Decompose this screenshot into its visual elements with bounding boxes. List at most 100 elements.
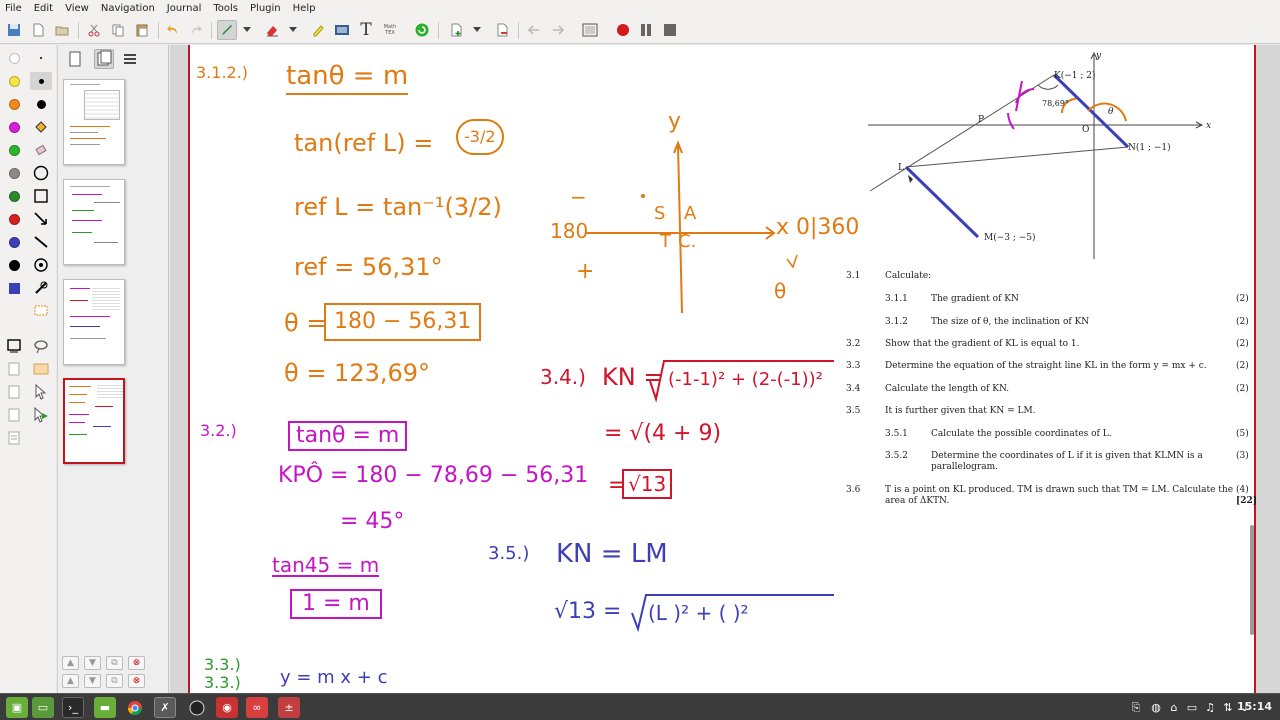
move-page-up-icon[interactable]: ▲ xyxy=(62,656,79,670)
journal-page[interactable]: 3.1.2.) tanθ = m tan(ref L) = -3/2 ref L… xyxy=(188,45,1257,693)
rectangle-tool-icon[interactable] xyxy=(30,187,52,205)
eraser-dropdown-chevron-down-icon[interactable] xyxy=(286,20,300,40)
color-yellow[interactable] xyxy=(3,72,25,90)
menu-help[interactable]: Help xyxy=(287,3,322,14)
update-tray-icon[interactable]: ◍ xyxy=(1148,697,1164,718)
move-page-down-icon[interactable]: ▼ xyxy=(84,656,101,670)
move-page-bottom-icon[interactable]: ▼ xyxy=(84,674,101,688)
files-folder-icon[interactable]: ▬ xyxy=(94,697,116,718)
page-thumbnail-1[interactable] xyxy=(63,79,125,165)
camera-tray-icon[interactable]: ▭ xyxy=(1184,697,1200,718)
text-tool-icon[interactable]: T xyxy=(356,20,376,40)
color-red[interactable] xyxy=(3,210,25,228)
text-block-icon[interactable] xyxy=(3,429,25,447)
obs-studio-icon[interactable] xyxy=(186,697,208,718)
vertical-space-icon[interactable] xyxy=(3,360,25,378)
previous-page-arrow-icon[interactable] xyxy=(524,20,544,40)
menu-journal[interactable]: Journal xyxy=(161,3,208,14)
pen-size-tiny[interactable] xyxy=(30,49,52,67)
ellipse-tool-icon[interactable] xyxy=(30,164,52,182)
fullscreen-icon[interactable] xyxy=(580,20,600,40)
highlighter-tool-icon[interactable] xyxy=(308,20,328,40)
color-magenta[interactable] xyxy=(3,118,25,136)
redo-icon[interactable] xyxy=(186,20,206,40)
duplicate-page-icon[interactable]: ⧉ xyxy=(106,656,123,670)
menu-launcher-icon[interactable]: ▣ xyxy=(6,697,28,718)
pen-dropdown-chevron-down-icon[interactable] xyxy=(240,20,254,40)
menu-tools[interactable]: Tools xyxy=(207,3,244,14)
math-tex-button[interactable]: Math TEX xyxy=(380,20,400,40)
page-thumbnail-3[interactable] xyxy=(63,279,125,365)
menu-edit[interactable]: Edit xyxy=(28,3,59,14)
menu-view[interactable]: View xyxy=(59,3,95,14)
color-blue[interactable] xyxy=(3,233,25,251)
network-tray-icon[interactable]: ⇅ xyxy=(1220,697,1236,718)
eraser-tool-icon[interactable] xyxy=(262,20,282,40)
add-page-dropdown-chevron-down-icon[interactable] xyxy=(470,20,484,40)
select-rectangle-icon[interactable] xyxy=(3,337,25,355)
menu-navigation[interactable]: Navigation xyxy=(95,3,161,14)
terminal-icon[interactable]: ›_ xyxy=(62,697,84,718)
shape-recognizer-icon[interactable] xyxy=(30,256,52,274)
layout-single-icon[interactable] xyxy=(68,51,82,71)
layout-layers-icon[interactable] xyxy=(122,51,138,71)
image-tool-icon[interactable] xyxy=(332,20,352,40)
vpn-tray-icon[interactable]: ⌂ xyxy=(1166,697,1182,718)
save-icon[interactable] xyxy=(4,20,24,40)
copy-page-icon[interactable] xyxy=(3,406,25,424)
copy-page-icon[interactable]: ⧉ xyxy=(106,674,123,688)
color-orange[interactable] xyxy=(3,95,25,113)
play-object-icon[interactable] xyxy=(30,406,52,424)
delete-page-icon[interactable] xyxy=(492,20,512,40)
xournal-app-icon[interactable]: ✗ xyxy=(154,697,176,718)
cut-icon[interactable] xyxy=(84,20,104,40)
vertical-scrollbar[interactable] xyxy=(1250,525,1254,635)
menu-file[interactable]: File xyxy=(0,3,28,14)
pause-icon[interactable] xyxy=(636,20,656,40)
menu-plugin[interactable]: Plugin xyxy=(244,3,287,14)
layout-pages-icon[interactable] xyxy=(94,49,114,69)
refresh-icon[interactable] xyxy=(412,20,432,40)
remove-page-icon[interactable]: ⊗ xyxy=(128,674,145,688)
lasso-select-icon[interactable] xyxy=(30,337,52,355)
color-green[interactable] xyxy=(3,187,25,205)
line-tool-icon[interactable] xyxy=(30,233,52,251)
select-region-icon[interactable] xyxy=(30,302,52,320)
clipboard-tray-icon[interactable]: ⎘ xyxy=(1128,697,1144,718)
stop-icon[interactable] xyxy=(660,20,680,40)
paste-icon[interactable] xyxy=(132,20,152,40)
color-black[interactable] xyxy=(3,256,25,274)
pen-tool-icon[interactable] xyxy=(217,20,237,40)
new-document-icon[interactable] xyxy=(28,20,48,40)
screen-recorder-icon[interactable]: ◉ xyxy=(216,697,238,718)
glasses-app-icon[interactable]: ∞ xyxy=(246,697,268,718)
eraser-small-icon[interactable] xyxy=(30,141,52,159)
ruler-tool-icon[interactable] xyxy=(30,279,52,297)
copy-icon[interactable] xyxy=(108,20,128,40)
page-thumbnail-2[interactable] xyxy=(63,179,125,265)
pen-size-medium[interactable] xyxy=(30,95,52,113)
pointer-icon[interactable] xyxy=(30,383,52,401)
calculator-icon[interactable]: ± xyxy=(278,697,300,718)
undo-icon[interactable] xyxy=(163,20,183,40)
color-lightgreen[interactable] xyxy=(3,141,25,159)
record-icon[interactable] xyxy=(613,20,633,40)
page-thumbnail-4[interactable] xyxy=(63,378,125,464)
page-background-icon[interactable] xyxy=(30,360,52,378)
document-canvas[interactable]: 3.1.2.) tanθ = m tan(ref L) = -3/2 ref L… xyxy=(170,45,1280,693)
chrome-browser-icon[interactable] xyxy=(124,697,146,718)
hand-tool-icon[interactable] xyxy=(3,383,25,401)
color-custom-blue-square[interactable] xyxy=(3,279,25,297)
arrow-tool-icon[interactable] xyxy=(30,210,52,228)
next-page-arrow-icon[interactable] xyxy=(548,20,568,40)
show-desktop-icon[interactable]: ▭ xyxy=(32,697,54,718)
move-page-top-icon[interactable]: ▲ xyxy=(62,674,79,688)
color-white[interactable] xyxy=(3,49,25,67)
delete-page-icon[interactable]: ⊗ xyxy=(128,656,145,670)
music-tray-icon[interactable]: ♫ xyxy=(1202,697,1218,718)
color-gray[interactable] xyxy=(3,164,25,182)
pen-size-small[interactable] xyxy=(30,72,52,90)
fill-bucket-icon[interactable] xyxy=(30,118,52,136)
add-page-icon[interactable] xyxy=(446,20,466,40)
open-folder-icon[interactable] xyxy=(52,20,72,40)
